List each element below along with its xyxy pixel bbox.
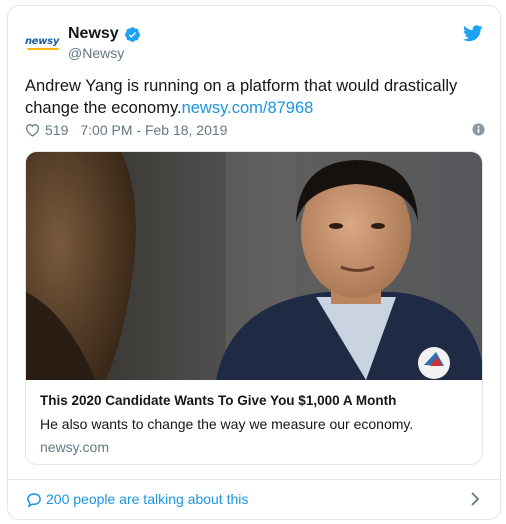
twitter-bird-icon[interactable]	[463, 25, 483, 42]
avatar-logo-underline	[27, 48, 59, 50]
info-icon[interactable]	[472, 123, 485, 136]
link-preview-card[interactable]: This 2020 Candidate Wants To Give You $1…	[25, 151, 483, 465]
tweet-timestamp[interactable]: 7:00 PM - Feb 18, 2019	[80, 122, 227, 138]
tweet-meta: 519 7:00 PM - Feb 18, 2019	[25, 121, 485, 139]
heart-icon[interactable]	[25, 123, 40, 137]
card-title[interactable]: This 2020 Candidate Wants To Give You $1…	[40, 393, 396, 408]
comment-icon	[27, 493, 41, 508]
avatar-logo-text: newsy	[24, 35, 60, 47]
author-handle[interactable]: @Newsy	[68, 45, 124, 61]
author-display-name[interactable]: Newsy	[68, 25, 119, 43]
tweet-header: newsy Newsy @Newsy	[8, 6, 500, 66]
like-count[interactable]: 519	[45, 122, 68, 138]
verified-badge-icon	[125, 27, 140, 42]
tweet-link[interactable]: newsy.com/87968	[182, 99, 314, 117]
author-avatar[interactable]: newsy	[24, 34, 60, 50]
conversation-footer[interactable]: 200 people are talking about this	[8, 479, 500, 519]
card-domain: newsy.com	[40, 439, 109, 455]
embedded-tweet[interactable]: newsy Newsy @Newsy Andrew Yang is runnin…	[7, 5, 501, 520]
chevron-right-icon[interactable]	[470, 491, 480, 507]
card-preview-image[interactable]	[26, 152, 483, 380]
tweet-text: Andrew Yang is running on a platform tha…	[25, 75, 485, 119]
card-description: He also wants to change the way we measu…	[40, 416, 414, 432]
conversation-link[interactable]: 200 people are talking about this	[46, 491, 248, 507]
